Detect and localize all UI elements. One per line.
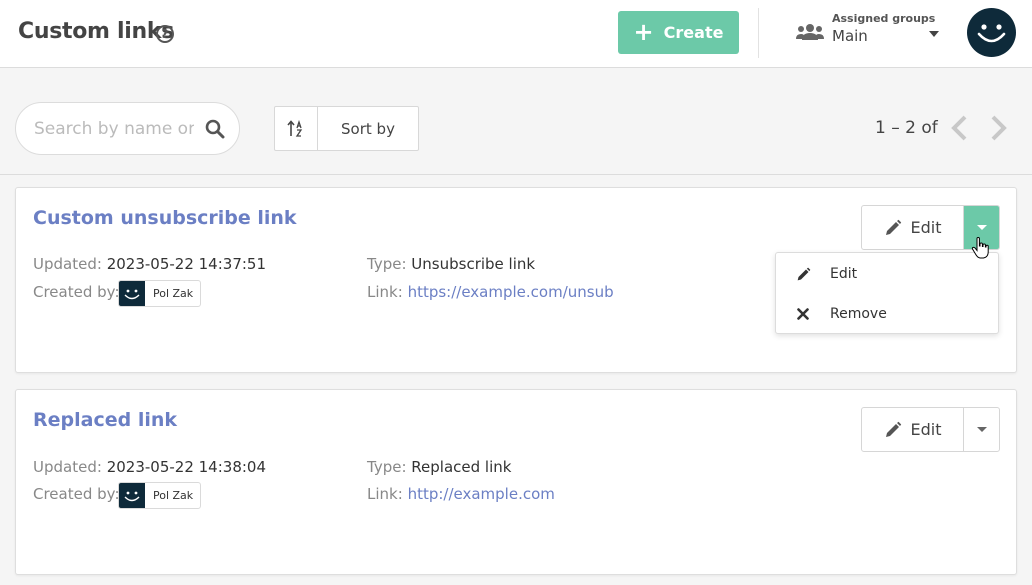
help-icon[interactable]: ? (156, 25, 174, 43)
edit-button[interactable]: Edit (862, 408, 964, 451)
updated-value: 2023-05-22 14:37:51 (106, 255, 266, 273)
page-title: Custom links (18, 19, 174, 44)
assigned-groups-selector[interactable]: Assigned groups Main (796, 11, 946, 55)
sort-order-icon (287, 119, 303, 137)
updated-row: Updated: 2023-05-22 14:37:51 (33, 255, 266, 273)
smiley-icon (124, 289, 140, 300)
pencil-icon (885, 219, 901, 235)
create-button-label: Create (663, 23, 724, 42)
chevron-down-icon (929, 31, 939, 37)
smiley-icon (124, 491, 140, 502)
custom-link-card: Replaced link Updated: 2023-05-22 14:38:… (15, 389, 1017, 575)
edit-button-label: Edit (910, 420, 942, 439)
assigned-groups-label: Assigned groups (832, 12, 936, 25)
type-row: Type: Unsubscribe link (367, 255, 535, 273)
menu-item-edit[interactable]: Edit (776, 256, 998, 292)
pagination-text: 1 – 2 of (875, 118, 938, 138)
smiley-icon (977, 24, 1006, 43)
created-by-row: Created by: (33, 485, 120, 503)
type-label: Type: (367, 458, 407, 476)
edit-split-button: Edit (861, 407, 1000, 452)
chevron-right-icon[interactable] (988, 115, 1008, 141)
link-row: Link: http://example.com (367, 485, 555, 503)
creator-name: Pol Zak (153, 287, 194, 300)
users-icon (796, 24, 824, 40)
created-by-label: Created by: (33, 283, 120, 301)
type-label: Type: (367, 255, 407, 273)
edit-button[interactable]: Edit (862, 206, 964, 249)
link-label: Link: (367, 485, 403, 503)
menu-item-label: Edit (830, 266, 858, 282)
link-url[interactable]: http://example.com (408, 485, 555, 503)
chevron-down-icon (976, 427, 987, 432)
link-url[interactable]: https://example.com/unsub (408, 283, 614, 301)
type-value: Replaced link (411, 458, 512, 476)
chevron-down-icon (976, 225, 987, 230)
link-title[interactable]: Custom unsubscribe link (33, 207, 297, 229)
search-input[interactable] (34, 117, 194, 141)
pencil-icon (885, 421, 901, 437)
updated-label: Updated: (33, 255, 102, 273)
search-box (15, 102, 240, 155)
created-by-row: Created by: (33, 283, 120, 301)
close-icon (797, 308, 809, 320)
updated-label: Updated: (33, 458, 102, 476)
sort-by-button[interactable]: Sort by (318, 107, 418, 150)
pencil-icon (797, 267, 810, 280)
avatar (119, 483, 145, 508)
type-row: Type: Replaced link (367, 458, 511, 476)
plus-icon: + (633, 17, 654, 46)
toolbar: Sort by 1 – 2 of (0, 69, 1032, 175)
actions-dropdown-menu: Edit Remove (775, 252, 999, 334)
edit-button-label: Edit (910, 218, 942, 237)
create-button[interactable]: + Create (618, 11, 739, 54)
menu-item-label: Remove (830, 306, 887, 322)
sort-control: Sort by (274, 106, 419, 151)
menu-item-remove[interactable]: Remove (776, 296, 998, 332)
header-divider (758, 8, 759, 58)
search-icon[interactable] (205, 119, 225, 139)
link-label: Link: (367, 283, 403, 301)
chevron-left-icon[interactable] (950, 115, 970, 141)
created-by-label: Created by: (33, 485, 120, 503)
updated-value: 2023-05-22 14:38:04 (106, 458, 266, 476)
app-header: Custom links ? + Create Assigned groups … (0, 0, 1032, 68)
creator-name: Pol Zak (153, 489, 194, 502)
link-row: Link: https://example.com/unsub (367, 283, 614, 301)
creator-chip: Pol Zak (118, 280, 201, 307)
creator-chip: Pol Zak (118, 482, 201, 509)
updated-row: Updated: 2023-05-22 14:38:04 (33, 458, 266, 476)
type-value: Unsubscribe link (411, 255, 536, 273)
sort-direction-button[interactable] (275, 107, 318, 150)
hand-cursor-icon (971, 237, 989, 259)
user-avatar[interactable] (967, 8, 1016, 57)
link-title[interactable]: Replaced link (33, 409, 177, 431)
edit-menu-toggle[interactable] (964, 408, 999, 451)
avatar (119, 281, 145, 306)
assigned-groups-value: Main (832, 27, 868, 45)
